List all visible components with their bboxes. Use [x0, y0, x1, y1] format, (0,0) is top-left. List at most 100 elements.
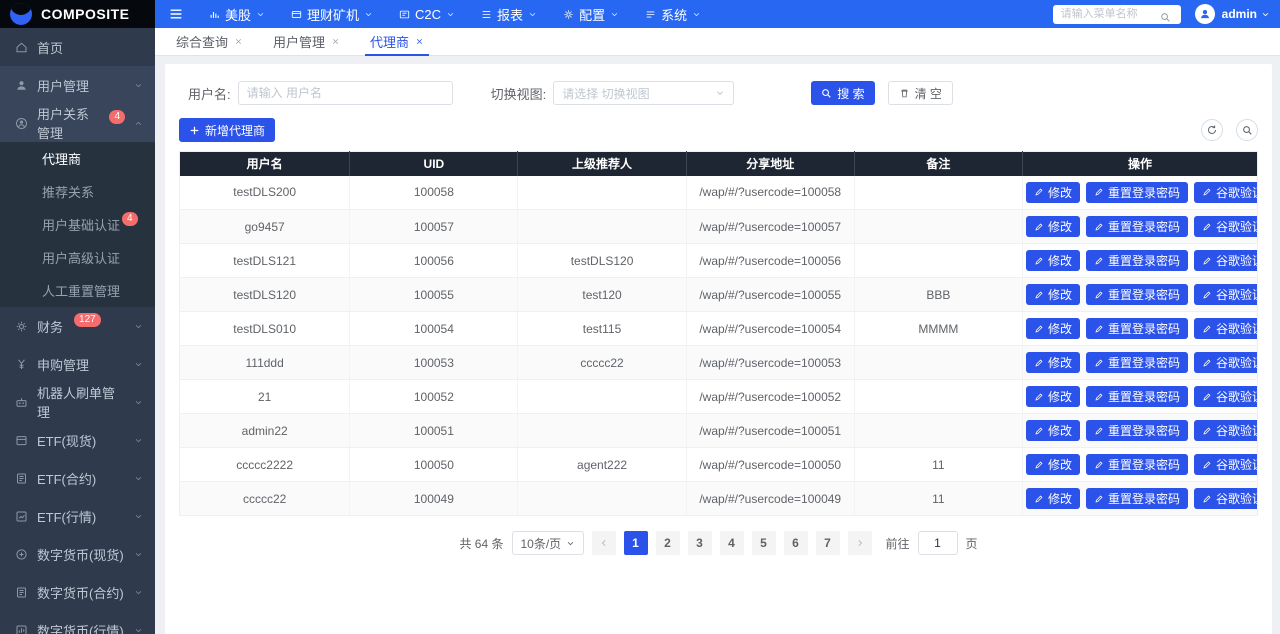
reset-login-password-button[interactable]: 重置登录密码 [1086, 386, 1188, 407]
edit-button[interactable]: 修改 [1026, 454, 1080, 475]
sidebar-item-label: 用户基础认证 [42, 215, 120, 234]
topbar-menu-system[interactable]: 系统 [645, 5, 701, 24]
google-verify-button[interactable]: 谷歌验证 [1194, 454, 1258, 475]
page-button-7[interactable]: 7 [816, 531, 840, 555]
reset-login-password-button[interactable]: 重置登录密码 [1086, 250, 1188, 271]
table-row: ccccc2222100050agent222/wap/#/?usercode=… [180, 448, 1258, 482]
sidebar-item-home[interactable]: 首页 [0, 28, 155, 66]
google-verify-button[interactable]: 谷歌验证 [1194, 284, 1258, 305]
sidebar-item-robot-order-management[interactable]: 机器人刷单管理 [0, 383, 155, 421]
google-verify-button[interactable]: 谷歌验证 [1194, 488, 1258, 509]
edit-button[interactable]: 修改 [1026, 420, 1080, 441]
sidebar-item-agent[interactable]: 代理商 [0, 142, 155, 175]
cell-username: testDLS010 [180, 312, 350, 346]
action-button-label: 修改 [1048, 388, 1072, 405]
close-icon[interactable] [415, 37, 424, 46]
topbar-menu-report[interactable]: 报表 [481, 5, 537, 24]
action-button-label: 谷歌验证 [1216, 184, 1258, 201]
sidebar-item-crypto-contract[interactable]: 数字货币(合约) [0, 573, 155, 611]
clear-button[interactable]: 清 空 [888, 81, 953, 105]
chevron-down-icon[interactable] [1261, 10, 1270, 19]
topbar-menu-config[interactable]: 配置 [563, 5, 619, 24]
edit-button[interactable]: 修改 [1026, 352, 1080, 373]
view-select[interactable]: 请选择 切换视图 [553, 81, 734, 105]
search-button[interactable]: 搜 索 [811, 81, 874, 105]
reset-login-password-button[interactable]: 重置登录密码 [1086, 420, 1188, 441]
page-button-1[interactable]: 1 [624, 531, 648, 555]
tab-user-management[interactable]: 用户管理 [258, 28, 355, 55]
sidebar-item-user-management[interactable]: 用户管理 [0, 66, 155, 104]
cell-uid: 100054 [350, 312, 518, 346]
reset-login-password-button[interactable]: 重置登录密码 [1086, 454, 1188, 475]
chevron-down-icon [134, 436, 143, 445]
sidebar-item-crypto-quote[interactable]: 数字货币(行情) [0, 611, 155, 634]
next-page-button[interactable] [848, 531, 872, 555]
edit-button[interactable]: 修改 [1026, 386, 1080, 407]
cell-actions: 修改重置登录密码 谷歌验证 [1022, 176, 1257, 210]
page-button-3[interactable]: 3 [688, 531, 712, 555]
edit-icon [1094, 256, 1104, 266]
google-verify-button[interactable]: 谷歌验证 [1194, 420, 1258, 441]
page-button-4[interactable]: 4 [720, 531, 744, 555]
hamburger-icon[interactable] [169, 7, 183, 21]
sidebar-item-crypto-spot[interactable]: 数字货币(现货) [0, 535, 155, 573]
google-verify-button[interactable]: 谷歌验证 [1194, 318, 1258, 339]
goto-page-input[interactable] [918, 531, 958, 555]
sidebar-item-label: 财务 [37, 317, 63, 336]
topbar-menu-c2c[interactable]: C2C [399, 7, 455, 22]
edit-button[interactable]: 修改 [1026, 488, 1080, 509]
username-label[interactable]: admin [1222, 7, 1257, 21]
add-agent-button[interactable]: 新增代理商 [179, 118, 275, 142]
tab-composite-query[interactable]: 综合查询 [161, 28, 258, 55]
cell-uid: 100057 [350, 210, 518, 244]
sidebar-item-etf-contract[interactable]: ETF(合约) [0, 459, 155, 497]
sidebar-item-finance[interactable]: 财务127 [0, 307, 155, 345]
page-button-6[interactable]: 6 [784, 531, 808, 555]
edit-button[interactable]: 修改 [1026, 250, 1080, 271]
reset-login-password-button[interactable]: 重置登录密码 [1086, 352, 1188, 373]
edit-icon [1034, 324, 1044, 334]
sidebar-item-subscription-management[interactable]: 申购管理 [0, 345, 155, 383]
edit-button[interactable]: 修改 [1026, 318, 1080, 339]
sidebar-item-user-relation-management[interactable]: 用户关系管理4 [0, 104, 155, 142]
trash-icon [899, 88, 910, 99]
google-verify-button[interactable]: 谷歌验证 [1194, 182, 1258, 203]
page-button-5[interactable]: 5 [752, 531, 776, 555]
topbar-menu-us-stock[interactable]: 美股 [209, 5, 265, 24]
refresh-button[interactable] [1201, 119, 1223, 141]
google-verify-button[interactable]: 谷歌验证 [1194, 250, 1258, 271]
sidebar-item-recommend-relation[interactable]: 推荐关系 [0, 175, 155, 208]
avatar[interactable] [1195, 4, 1215, 24]
edit-button[interactable]: 修改 [1026, 284, 1080, 305]
topbar-menu-wealth-mining[interactable]: 理财矿机 [291, 5, 373, 24]
sidebar-item-user-basic-auth[interactable]: 用户基础认证4 [0, 208, 155, 241]
page-size-select[interactable]: 10条/页 [512, 531, 584, 555]
sidebar-item-etf-quote[interactable]: ETF(行情) [0, 497, 155, 535]
google-verify-button[interactable]: 谷歌验证 [1194, 352, 1258, 373]
action-button-label: 修改 [1048, 320, 1072, 337]
google-verify-button[interactable]: 谷歌验证 [1194, 386, 1258, 407]
reset-login-password-button[interactable]: 重置登录密码 [1086, 318, 1188, 339]
tab-agent[interactable]: 代理商 [355, 28, 439, 55]
page-button-2[interactable]: 2 [656, 531, 680, 555]
sidebar-item-manual-reset-management[interactable]: 人工重置管理 [0, 274, 155, 307]
reset-login-password-button[interactable]: 重置登录密码 [1086, 488, 1188, 509]
action-button-label: 谷歌验证 [1216, 286, 1258, 303]
edit-button[interactable]: 修改 [1026, 216, 1080, 237]
close-icon[interactable] [234, 37, 243, 46]
reset-login-password-button[interactable]: 重置登录密码 [1086, 216, 1188, 237]
close-icon[interactable] [331, 37, 340, 46]
column-search-button[interactable] [1236, 119, 1258, 141]
sidebar-menu: 首页用户管理用户关系管理4代理商推荐关系用户基础认证4用户高级认证人工重置管理财… [0, 28, 155, 634]
prev-page-button[interactable] [592, 531, 616, 555]
sidebar-item-label: ETF(行情) [37, 507, 96, 526]
sidebar-item-etf-spot[interactable]: ETF(现货) [0, 421, 155, 459]
google-verify-button[interactable]: 谷歌验证 [1194, 216, 1258, 237]
reset-login-password-button[interactable]: 重置登录密码 [1086, 182, 1188, 203]
edit-button[interactable]: 修改 [1026, 182, 1080, 203]
sidebar-item-user-advanced-auth[interactable]: 用户高级认证 [0, 241, 155, 274]
sidebar-item-label: 数字货币(行情) [37, 621, 124, 634]
card-icon [291, 9, 302, 20]
reset-login-password-button[interactable]: 重置登录密码 [1086, 284, 1188, 305]
username-input[interactable] [238, 81, 453, 105]
